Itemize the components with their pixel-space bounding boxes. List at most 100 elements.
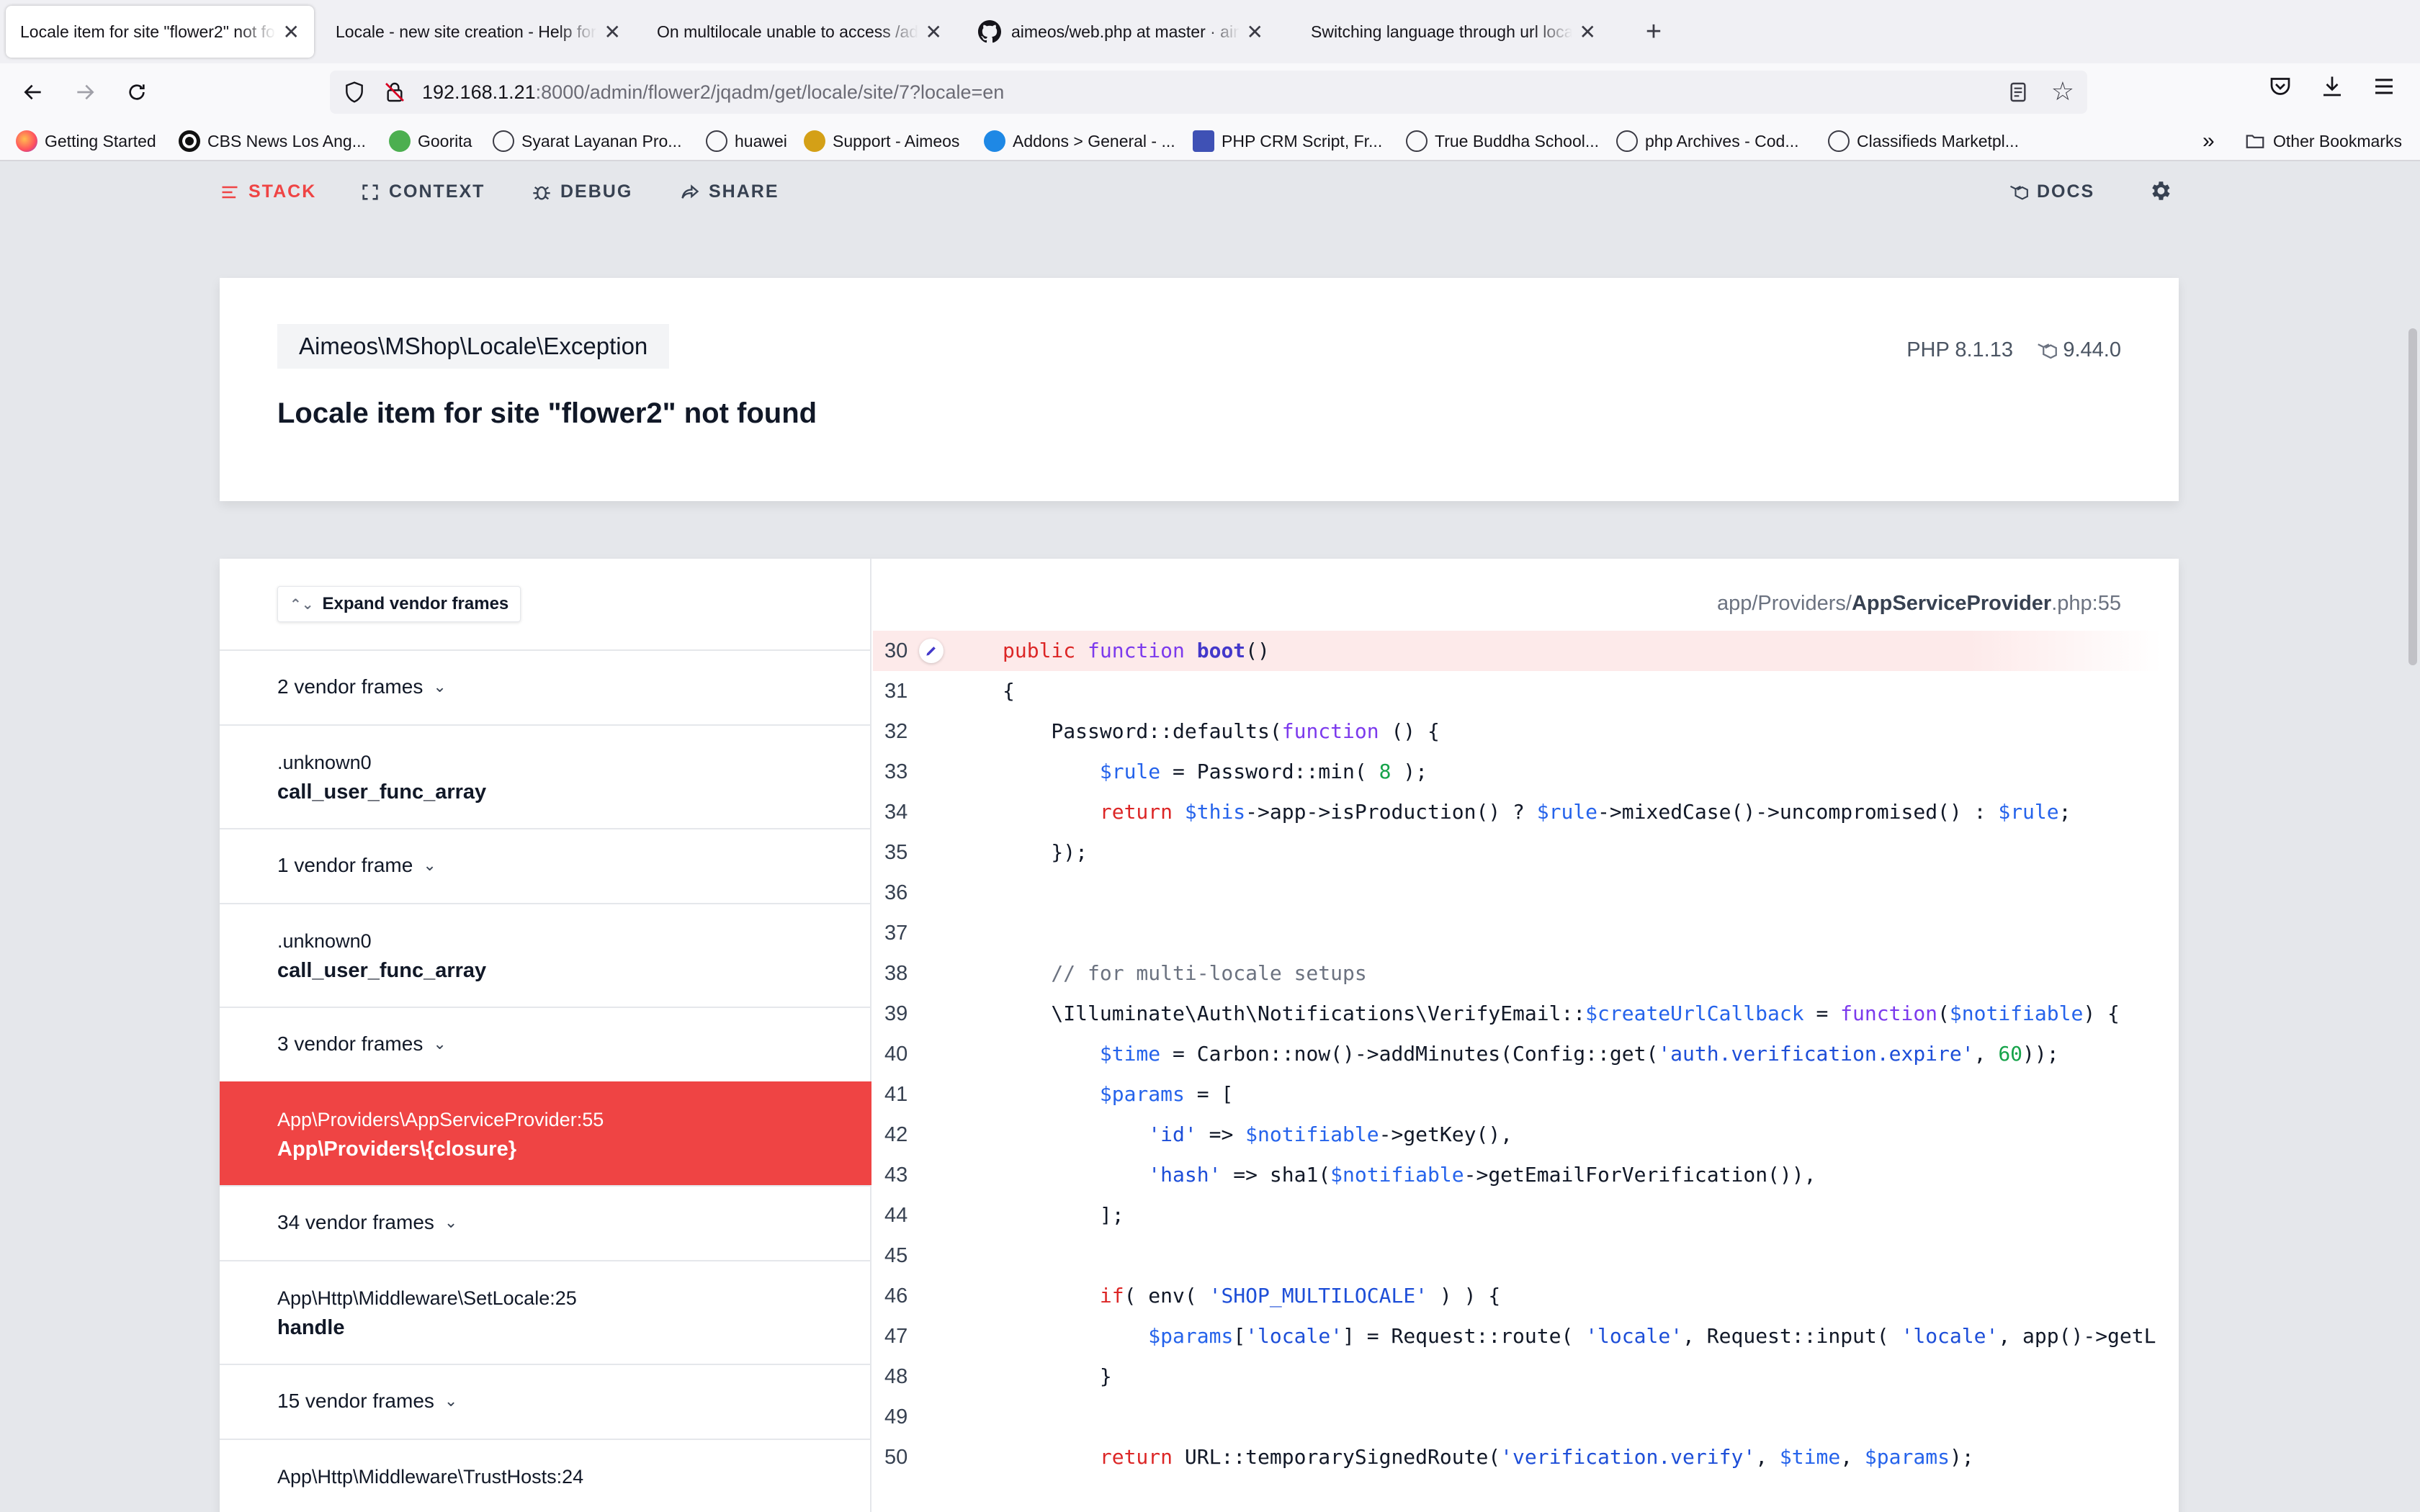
code-text: return URL::temporarySignedRoute('verifi… [1099, 1445, 1974, 1469]
code-line: 47 $params['locale'] = Request::route( '… [873, 1316, 2162, 1356]
bookmark-php-crm[interactable]: PHP CRM Script, Fr... [1193, 128, 1382, 154]
nav-context[interactable]: CONTEXT [360, 181, 485, 202]
line-number: 44 [884, 1204, 908, 1227]
shield-icon[interactable] [343, 81, 366, 104]
pocket-icon[interactable] [2267, 73, 2293, 99]
forward-arrow-icon [77, 84, 94, 100]
line-number: 39 [884, 1002, 908, 1025]
bookmark-php-archives[interactable]: php Archives - Cod... [1616, 128, 1799, 154]
reader-view-icon[interactable] [2007, 81, 2030, 104]
stack-frame[interactable]: .unknown0 call_user_func_array [220, 724, 871, 828]
close-icon[interactable]: ✕ [1247, 20, 1263, 44]
code-text: 'id' => $notifiable->getKey(), [1148, 1122, 1513, 1146]
line-number: 35 [884, 841, 908, 864]
nav-debug[interactable]: DEBUG [532, 181, 632, 202]
code-line: 41 $params = [ [873, 1074, 2162, 1115]
tab-switching-language[interactable]: Switching language through url locale ✕ [1296, 6, 1610, 58]
stack-frame[interactable]: App\Http\Middleware\SetLocale:25 handle [220, 1260, 871, 1364]
cbs-icon [179, 130, 200, 152]
download-icon[interactable] [2319, 73, 2345, 99]
close-icon[interactable]: ✕ [283, 20, 300, 44]
vendor-frames-group[interactable]: 2 vendor frames ⌄ [220, 649, 871, 724]
code-line: 30 public function boot() [873, 631, 2162, 671]
bookmark-label: Syarat Layanan Pro... [521, 131, 682, 150]
context-icon [362, 184, 378, 200]
bookmarks-overflow-button[interactable]: » [2202, 128, 2215, 154]
line-number: 47 [884, 1325, 908, 1348]
stack-frame-selected[interactable]: App\Providers\AppServiceProvider:55 App\… [220, 1081, 871, 1185]
tab-locale-help[interactable]: Locale - new site creation - Help for Ai… [321, 6, 635, 58]
other-bookmarks[interactable]: Other Bookmarks [2244, 128, 2402, 154]
vendor-frames-label: 3 vendor frames ⌄ [277, 1032, 447, 1056]
hamburger-menu-icon[interactable] [2371, 73, 2397, 99]
code-text: \Illuminate\Auth\Notifications\VerifyEma… [1003, 1002, 2120, 1025]
nav-share[interactable]: SHARE [680, 181, 779, 202]
bookmark-support-aimeos[interactable]: Support - Aimeos [804, 128, 959, 154]
page-scrollbar[interactable] [2408, 328, 2417, 665]
stack-frame[interactable]: .unknown0 call_user_func_array [220, 903, 871, 1007]
bookmark-classifieds[interactable]: Classifieds Marketpl... [1828, 128, 2019, 154]
stack-trace-panel: ⌃⌄ Expand vendor frames 2 vendor frames ⌄… [220, 559, 2179, 1512]
bookmark-cbs-news[interactable]: CBS News Los Ang... [179, 128, 366, 154]
chevron-down-icon: ⌄ [433, 678, 447, 696]
globe-icon [1616, 130, 1638, 152]
bookmark-huawei[interactable]: huawei [706, 128, 787, 154]
line-number: 41 [884, 1083, 908, 1106]
edit-pencil-icon[interactable] [919, 639, 944, 663]
vendor-frames-group[interactable]: 15 vendor frames ⌄ [220, 1364, 871, 1439]
file-name: AppServiceProvider [1851, 592, 2052, 615]
code-line: 34 return $this->app->isProduction() ? $… [873, 792, 2162, 832]
vendor-count: 2 vendor frames [277, 675, 424, 698]
close-icon[interactable]: ✕ [604, 20, 621, 44]
code-text: if( env( 'SHOP_MULTILOCALE' ) ) { [1099, 1284, 1501, 1308]
stack-frame[interactable]: App\Http\Middleware\TrustHosts:24 [220, 1439, 871, 1512]
code-text: $params = [ [1099, 1082, 1234, 1106]
url-text[interactable]: 192.168.1.21:8000/admin/flower2/jqadm/ge… [422, 81, 1004, 104]
code-line: 31 { [873, 671, 2162, 711]
vendor-frames-group[interactable]: 3 vendor frames ⌄ [220, 1007, 871, 1081]
settings-button[interactable] [2148, 179, 2172, 203]
goorita-icon [389, 130, 411, 152]
navigation-bar: 192.168.1.21:8000/admin/flower2/jqadm/ge… [0, 63, 2420, 121]
new-tab-button[interactable]: + [1635, 13, 1672, 50]
code-text: }); [1003, 840, 1088, 864]
insecure-lock-icon[interactable] [383, 81, 406, 104]
code-text: } [1003, 1364, 1112, 1388]
bookmark-goorita[interactable]: Goorita [389, 128, 472, 154]
tab-multilocale[interactable]: On multilocale unable to access /admin ✕ [642, 6, 956, 58]
aimeos-icon [804, 130, 825, 152]
nav-docs[interactable]: DOCS [2008, 181, 2094, 202]
vendor-frames-group[interactable]: 1 vendor frame ⌄ [220, 828, 871, 903]
expand-vendor-frames-button[interactable]: ⌃⌄ Expand vendor frames [277, 586, 521, 622]
file-path[interactable]: app/Providers/AppServiceProvider.php:55 [1717, 592, 2121, 616]
code-text: { [1003, 679, 1015, 703]
tab-locale-item[interactable]: Locale item for site "flower2" not found… [6, 6, 314, 58]
bookmark-getting-started[interactable]: Getting Started [16, 128, 156, 154]
tab-github-webphp[interactable]: aimeos/web.php at master · aimeos ✕ [964, 6, 1278, 58]
laravel-icon [2038, 343, 2058, 359]
bookmark-syarat-layanan[interactable]: Syarat Layanan Pro... [493, 128, 681, 154]
bookmark-star-icon[interactable]: ☆ [2051, 76, 2074, 107]
vendor-frames-group[interactable]: 34 vendor frames ⌄ [220, 1185, 871, 1260]
frame-function: handle [277, 1316, 345, 1339]
line-number: 48 [884, 1365, 908, 1388]
url-bar[interactable]: 192.168.1.21:8000/admin/flower2/jqadm/ge… [330, 71, 2087, 114]
line-number: 46 [884, 1284, 908, 1308]
reload-button[interactable] [115, 71, 158, 114]
code-line: 45 [873, 1236, 2162, 1276]
vendor-count: 15 vendor frames [277, 1390, 434, 1412]
bookmark-addons-general[interactable]: Addons > General - ... [984, 128, 1175, 154]
close-icon[interactable]: ✕ [926, 20, 942, 44]
close-icon[interactable]: ✕ [1579, 20, 1596, 44]
other-bookmarks-label: Other Bookmarks [2273, 131, 2402, 150]
line-number: 37 [884, 922, 908, 945]
globe-icon [493, 130, 514, 152]
file-line: :55 [2092, 592, 2121, 615]
globe-icon [706, 130, 727, 152]
forward-button[interactable] [63, 71, 107, 114]
code-line: 40 $time = Carbon::now()->addMinutes(Con… [873, 1034, 2162, 1074]
exception-card: Aimeos\MShop\Locale\Exception Locale ite… [220, 278, 2179, 501]
nav-stack[interactable]: STACK [220, 181, 316, 202]
back-button[interactable] [12, 71, 55, 114]
bookmark-true-buddha[interactable]: True Buddha School... [1406, 128, 1599, 154]
